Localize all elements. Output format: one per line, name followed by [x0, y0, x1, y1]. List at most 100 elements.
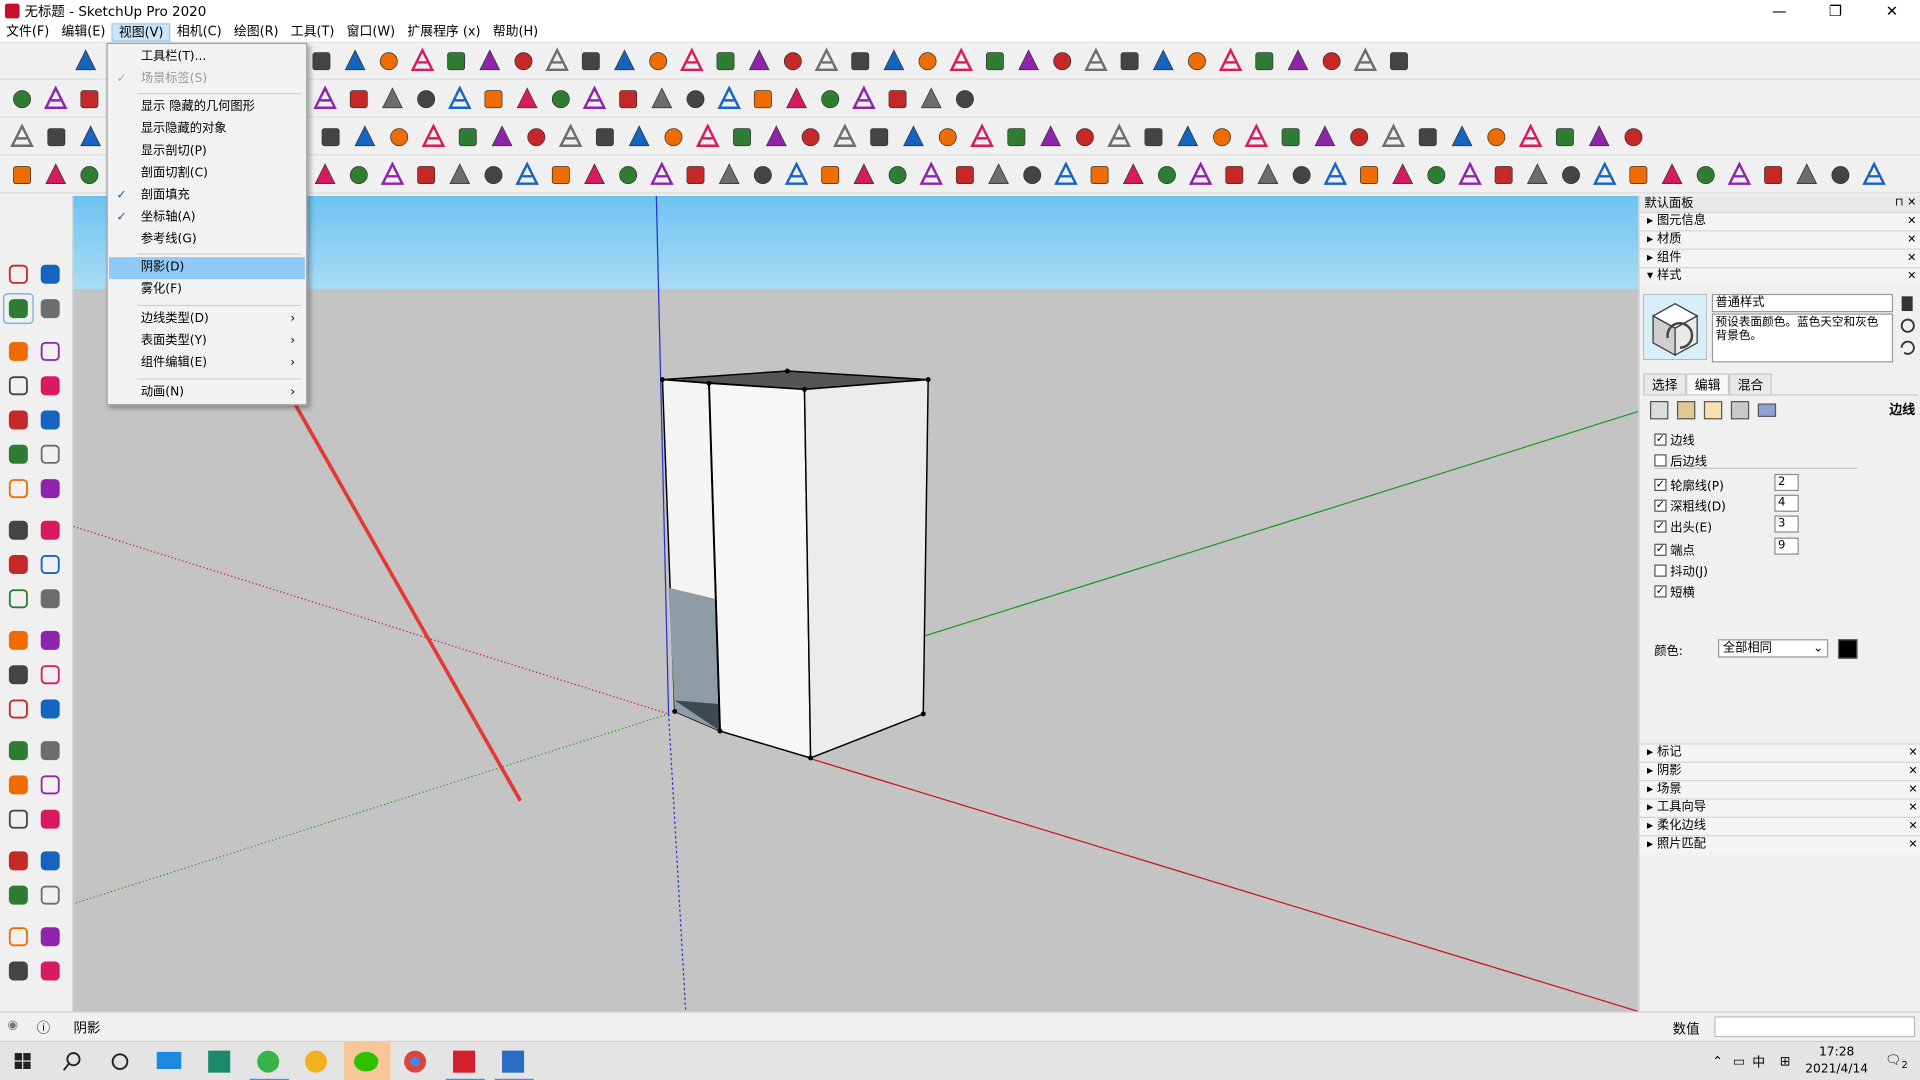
toolbar-tool-icon[interactable] — [1053, 52, 1072, 71]
left-tool-icon[interactable] — [40, 961, 60, 981]
notification-icon[interactable]: 🗨2 — [1885, 1052, 1908, 1071]
toolbar-tool-icon[interactable] — [1090, 166, 1109, 185]
toolbar-tool-icon[interactable] — [1075, 128, 1094, 147]
toolbar-tool-icon[interactable] — [421, 123, 446, 147]
tray-chevron-up-icon[interactable]: ⌃ — [1712, 1054, 1723, 1069]
section-scenes[interactable]: ▸ 场景 ✕ — [1639, 780, 1920, 799]
toolbar-tool-icon[interactable] — [595, 128, 614, 147]
left-tool-icon[interactable] — [40, 264, 60, 284]
toolbar-tool-icon[interactable] — [716, 52, 735, 71]
tab-edit[interactable]: 编辑 — [1686, 373, 1729, 396]
toolbar-tool-icon[interactable] — [970, 123, 994, 147]
toolbar-tool-icon[interactable] — [1518, 123, 1543, 147]
toolbar-tool-icon[interactable] — [783, 52, 802, 71]
toolbar-tool-icon[interactable] — [628, 125, 650, 147]
toolbar-tool-icon[interactable] — [870, 128, 889, 147]
left-tool-icon[interactable] — [40, 410, 60, 430]
sogou-icon[interactable] — [304, 1050, 327, 1073]
toolbar-tool-icon[interactable] — [695, 123, 720, 147]
toolbar-tool-icon[interactable] — [1661, 163, 1683, 185]
toolbar-tool-icon[interactable] — [753, 90, 772, 109]
toolbar-tool-icon[interactable] — [484, 90, 503, 109]
toolbar-tool-icon[interactable] — [733, 128, 751, 147]
toolbar-tool-icon[interactable] — [852, 85, 876, 109]
left-tool-icon[interactable] — [40, 851, 60, 871]
left-tool-icon[interactable] — [40, 630, 60, 650]
toolbar-tool-icon[interactable] — [484, 166, 503, 185]
checkbox-endpoints[interactable]: ✓ 端点 — [1654, 540, 1695, 558]
toolbar-tool-icon[interactable] — [527, 128, 546, 147]
toolbar-tool-icon[interactable] — [680, 47, 704, 72]
toolbar-tool-icon[interactable] — [447, 52, 466, 71]
toolbar-tool-icon[interactable] — [1392, 163, 1414, 185]
left-tool-icon[interactable] — [8, 299, 28, 319]
toolbar-tool-icon[interactable] — [1018, 49, 1039, 71]
menu-item-animation[interactable]: 动画(N) › — [109, 382, 305, 404]
left-tool-icon[interactable] — [40, 809, 60, 829]
toolbar-tool-icon[interactable] — [1244, 123, 1269, 147]
toolbar-tool-icon[interactable] — [551, 90, 570, 109]
menu-edit[interactable]: 编辑(E) — [55, 23, 111, 41]
toolbar-tool-icon[interactable] — [479, 49, 501, 71]
toolbar-tool-icon[interactable] — [1323, 161, 1348, 185]
toolbar-tool-icon[interactable] — [551, 166, 570, 185]
toolbar-tool-icon[interactable] — [581, 52, 600, 71]
left-tool-icon[interactable] — [8, 665, 28, 685]
toolbar-tool-icon[interactable] — [558, 123, 583, 147]
toolbar-tool-icon[interactable] — [80, 90, 99, 109]
toolbar-tool-icon[interactable] — [545, 47, 569, 72]
toolbar-tool-icon[interactable] — [13, 166, 31, 185]
toolbar-tool-icon[interactable] — [903, 125, 924, 147]
toolbar-tool-icon[interactable] — [80, 125, 102, 147]
toolbar-tool-icon[interactable] — [321, 128, 340, 147]
toolbar-tool-icon[interactable] — [582, 85, 607, 109]
menu-item-toolbars[interactable]: 工具栏(T)... — [109, 47, 305, 69]
toolbar-tool-icon[interactable] — [1624, 128, 1643, 147]
toolbar-tool-icon[interactable] — [1764, 166, 1783, 185]
toolbar-tool-icon[interactable] — [448, 85, 472, 109]
clock[interactable]: 17:28 2021/4/14 — [1805, 1044, 1868, 1078]
toolbar-tool-icon[interactable] — [1592, 161, 1617, 185]
left-tool-icon[interactable] — [40, 299, 60, 319]
toolbar-tool-icon[interactable] — [718, 163, 740, 185]
left-tool-icon[interactable] — [40, 555, 60, 574]
modeling-settings-icon[interactable] — [1757, 403, 1777, 417]
left-tool-icon[interactable] — [8, 809, 28, 829]
toolbar-tool-icon[interactable] — [1390, 52, 1408, 71]
toolbar-tool-icon[interactable] — [1458, 161, 1482, 185]
info-icon[interactable]: ⓘ — [37, 1018, 50, 1038]
menu-extensions[interactable]: 扩展程序 (x) — [401, 23, 486, 41]
toolbar-tool-icon[interactable] — [1144, 128, 1163, 147]
toolbar-tool-icon[interactable] — [1322, 52, 1341, 71]
browser-360-icon[interactable] — [257, 1050, 280, 1073]
toolbar-tool-icon[interactable] — [1188, 161, 1213, 185]
toolbar-tool-icon[interactable] — [1040, 125, 1062, 147]
toolbar-tool-icon[interactable] — [686, 166, 705, 185]
toolbar-tool-icon[interactable] — [920, 87, 942, 109]
toolbar-tool-icon[interactable] — [458, 128, 477, 147]
checkbox-depth-cue[interactable]: ✓ 深粗线(D) — [1654, 496, 1726, 514]
toolbar-tool-icon[interactable] — [344, 49, 366, 71]
network-icon[interactable]: ▭ — [1733, 1054, 1745, 1069]
background-settings-icon[interactable] — [1703, 401, 1723, 420]
left-tool-icon[interactable] — [8, 699, 28, 719]
checkbox-extension[interactable]: ✓ 出头(E) — [1654, 517, 1712, 535]
toolbar-tool-icon[interactable] — [748, 49, 770, 71]
profiles-width-field[interactable]: 2 — [1774, 473, 1799, 492]
menu-help[interactable]: 帮助(H) — [487, 23, 545, 41]
toolbar-tool-icon[interactable] — [883, 49, 905, 71]
checkbox-back-edges[interactable]: 后边线 — [1654, 451, 1707, 469]
toolbar-tool-icon[interactable] — [1487, 128, 1506, 147]
left-tool-icon[interactable] — [8, 927, 28, 947]
style-actions-icons[interactable] — [1898, 294, 1918, 360]
toolbar-tool-icon[interactable] — [1213, 128, 1231, 147]
menu-item-hidden-objects[interactable]: 显示隐藏的对象 — [109, 119, 305, 141]
extension-field[interactable]: 3 — [1774, 515, 1799, 533]
keyboard-grid-icon[interactable]: ⊞ — [1780, 1054, 1791, 1069]
toolbar-tool-icon[interactable] — [753, 166, 772, 185]
toolbar-tool-icon[interactable] — [955, 166, 974, 185]
pin-icon[interactable]: ⊓ ✕ — [1895, 196, 1916, 212]
toolbar-tool-icon[interactable] — [1314, 125, 1336, 147]
left-tool-icon[interactable] — [40, 665, 60, 685]
toolbar-tool-icon[interactable] — [410, 47, 435, 72]
